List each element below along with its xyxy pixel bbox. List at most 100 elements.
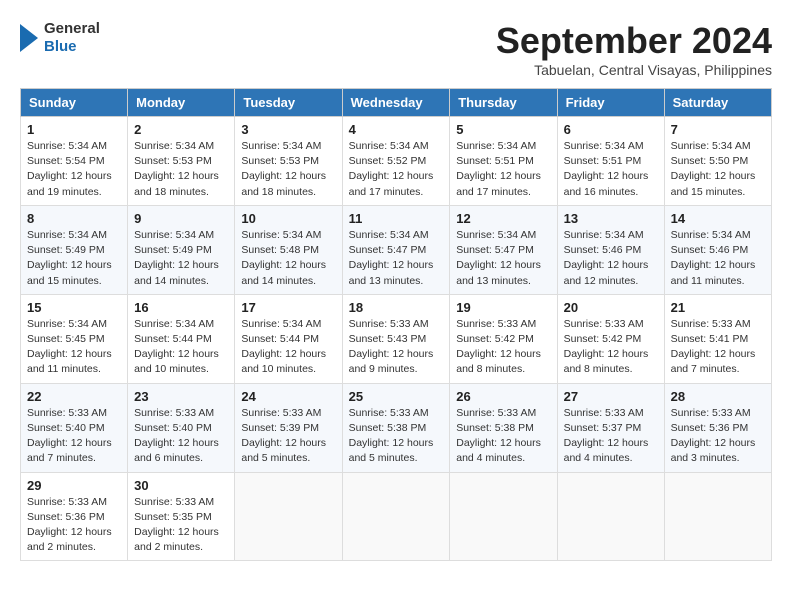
day-number: 23 [134, 389, 228, 404]
day-number: 14 [671, 211, 765, 226]
day-info: Sunrise: 5:34 AM Sunset: 5:49 PM Dayligh… [134, 228, 228, 289]
day-number: 24 [241, 389, 335, 404]
day-info: Sunrise: 5:33 AM Sunset: 5:37 PM Dayligh… [564, 406, 658, 467]
logo-triangle-icon [20, 20, 40, 56]
day-info: Sunrise: 5:33 AM Sunset: 5:40 PM Dayligh… [27, 406, 121, 467]
day-number: 11 [349, 211, 444, 226]
calendar-cell: 3 Sunrise: 5:34 AM Sunset: 5:53 PM Dayli… [235, 117, 342, 206]
calendar-cell: 1 Sunrise: 5:34 AM Sunset: 5:54 PM Dayli… [21, 117, 128, 206]
calendar-cell: 22 Sunrise: 5:33 AM Sunset: 5:40 PM Dayl… [21, 383, 128, 472]
title-block: September 2024 Tabuelan, Central Visayas… [496, 20, 772, 78]
day-number: 22 [27, 389, 121, 404]
logo-container: General Blue [20, 20, 100, 56]
calendar-cell: 4 Sunrise: 5:34 AM Sunset: 5:52 PM Dayli… [342, 117, 450, 206]
day-info: Sunrise: 5:34 AM Sunset: 5:47 PM Dayligh… [456, 228, 550, 289]
calendar-cell: 30 Sunrise: 5:33 AM Sunset: 5:35 PM Dayl… [128, 472, 235, 561]
day-info: Sunrise: 5:34 AM Sunset: 5:50 PM Dayligh… [671, 139, 765, 200]
calendar-cell: 14 Sunrise: 5:34 AM Sunset: 5:46 PM Dayl… [664, 205, 771, 294]
calendar-cell: 12 Sunrise: 5:34 AM Sunset: 5:47 PM Dayl… [450, 205, 557, 294]
calendar-week-1: 1 Sunrise: 5:34 AM Sunset: 5:54 PM Dayli… [21, 117, 772, 206]
day-number: 6 [564, 122, 658, 137]
day-number: 4 [349, 122, 444, 137]
calendar-cell [450, 472, 557, 561]
calendar-cell: 8 Sunrise: 5:34 AM Sunset: 5:49 PM Dayli… [21, 205, 128, 294]
day-number: 17 [241, 300, 335, 315]
day-number: 9 [134, 211, 228, 226]
calendar-cell: 6 Sunrise: 5:34 AM Sunset: 5:51 PM Dayli… [557, 117, 664, 206]
calendar-cell [235, 472, 342, 561]
day-info: Sunrise: 5:33 AM Sunset: 5:42 PM Dayligh… [564, 317, 658, 378]
weekday-header-thursday: Thursday [450, 89, 557, 117]
day-info: Sunrise: 5:34 AM Sunset: 5:49 PM Dayligh… [27, 228, 121, 289]
day-number: 27 [564, 389, 658, 404]
calendar-cell: 21 Sunrise: 5:33 AM Sunset: 5:41 PM Dayl… [664, 294, 771, 383]
day-number: 1 [27, 122, 121, 137]
day-info: Sunrise: 5:34 AM Sunset: 5:47 PM Dayligh… [349, 228, 444, 289]
calendar-cell: 28 Sunrise: 5:33 AM Sunset: 5:36 PM Dayl… [664, 383, 771, 472]
day-info: Sunrise: 5:33 AM Sunset: 5:40 PM Dayligh… [134, 406, 228, 467]
day-number: 5 [456, 122, 550, 137]
day-info: Sunrise: 5:34 AM Sunset: 5:44 PM Dayligh… [134, 317, 228, 378]
calendar-cell: 20 Sunrise: 5:33 AM Sunset: 5:42 PM Dayl… [557, 294, 664, 383]
day-number: 26 [456, 389, 550, 404]
day-number: 20 [564, 300, 658, 315]
calendar-cell: 23 Sunrise: 5:33 AM Sunset: 5:40 PM Dayl… [128, 383, 235, 472]
day-number: 2 [134, 122, 228, 137]
calendar-week-5: 29 Sunrise: 5:33 AM Sunset: 5:36 PM Dayl… [21, 472, 772, 561]
calendar-cell: 25 Sunrise: 5:33 AM Sunset: 5:38 PM Dayl… [342, 383, 450, 472]
weekday-header-monday: Monday [128, 89, 235, 117]
page-header: General Blue September 2024 Tabuelan, Ce… [20, 20, 772, 78]
day-info: Sunrise: 5:34 AM Sunset: 5:52 PM Dayligh… [349, 139, 444, 200]
calendar-cell: 29 Sunrise: 5:33 AM Sunset: 5:36 PM Dayl… [21, 472, 128, 561]
calendar-week-4: 22 Sunrise: 5:33 AM Sunset: 5:40 PM Dayl… [21, 383, 772, 472]
calendar-cell: 18 Sunrise: 5:33 AM Sunset: 5:43 PM Dayl… [342, 294, 450, 383]
day-info: Sunrise: 5:33 AM Sunset: 5:41 PM Dayligh… [671, 317, 765, 378]
calendar-week-3: 15 Sunrise: 5:34 AM Sunset: 5:45 PM Dayl… [21, 294, 772, 383]
weekday-header-sunday: Sunday [21, 89, 128, 117]
day-info: Sunrise: 5:34 AM Sunset: 5:44 PM Dayligh… [241, 317, 335, 378]
day-number: 19 [456, 300, 550, 315]
day-number: 21 [671, 300, 765, 315]
day-info: Sunrise: 5:33 AM Sunset: 5:38 PM Dayligh… [456, 406, 550, 467]
logo-general: General [44, 20, 100, 38]
day-info: Sunrise: 5:34 AM Sunset: 5:45 PM Dayligh… [27, 317, 121, 378]
calendar-cell [664, 472, 771, 561]
day-info: Sunrise: 5:33 AM Sunset: 5:38 PM Dayligh… [349, 406, 444, 467]
calendar-cell: 19 Sunrise: 5:33 AM Sunset: 5:42 PM Dayl… [450, 294, 557, 383]
day-info: Sunrise: 5:34 AM Sunset: 5:46 PM Dayligh… [671, 228, 765, 289]
logo-blue: Blue [44, 38, 100, 56]
calendar-cell: 24 Sunrise: 5:33 AM Sunset: 5:39 PM Dayl… [235, 383, 342, 472]
day-number: 3 [241, 122, 335, 137]
logo: General Blue [20, 20, 100, 56]
calendar-cell [557, 472, 664, 561]
weekday-header-tuesday: Tuesday [235, 89, 342, 117]
day-info: Sunrise: 5:34 AM Sunset: 5:51 PM Dayligh… [564, 139, 658, 200]
day-number: 29 [27, 478, 121, 493]
calendar-week-2: 8 Sunrise: 5:34 AM Sunset: 5:49 PM Dayli… [21, 205, 772, 294]
month-title: September 2024 [496, 20, 772, 62]
day-info: Sunrise: 5:34 AM Sunset: 5:54 PM Dayligh… [27, 139, 121, 200]
day-info: Sunrise: 5:33 AM Sunset: 5:36 PM Dayligh… [671, 406, 765, 467]
day-number: 30 [134, 478, 228, 493]
weekday-header-saturday: Saturday [664, 89, 771, 117]
calendar-table: SundayMondayTuesdayWednesdayThursdayFrid… [20, 88, 772, 561]
day-info: Sunrise: 5:33 AM Sunset: 5:42 PM Dayligh… [456, 317, 550, 378]
day-number: 13 [564, 211, 658, 226]
day-number: 12 [456, 211, 550, 226]
calendar-header-row: SundayMondayTuesdayWednesdayThursdayFrid… [21, 89, 772, 117]
calendar-cell: 9 Sunrise: 5:34 AM Sunset: 5:49 PM Dayli… [128, 205, 235, 294]
calendar-cell: 27 Sunrise: 5:33 AM Sunset: 5:37 PM Dayl… [557, 383, 664, 472]
calendar-cell: 2 Sunrise: 5:34 AM Sunset: 5:53 PM Dayli… [128, 117, 235, 206]
day-info: Sunrise: 5:33 AM Sunset: 5:39 PM Dayligh… [241, 406, 335, 467]
calendar-cell: 15 Sunrise: 5:34 AM Sunset: 5:45 PM Dayl… [21, 294, 128, 383]
day-info: Sunrise: 5:34 AM Sunset: 5:48 PM Dayligh… [241, 228, 335, 289]
day-number: 8 [27, 211, 121, 226]
day-number: 7 [671, 122, 765, 137]
location: Tabuelan, Central Visayas, Philippines [496, 62, 772, 78]
day-info: Sunrise: 5:33 AM Sunset: 5:36 PM Dayligh… [27, 495, 121, 556]
calendar-cell: 11 Sunrise: 5:34 AM Sunset: 5:47 PM Dayl… [342, 205, 450, 294]
logo-text: General Blue [44, 20, 100, 56]
calendar-cell: 5 Sunrise: 5:34 AM Sunset: 5:51 PM Dayli… [450, 117, 557, 206]
weekday-header-friday: Friday [557, 89, 664, 117]
weekday-header-wednesday: Wednesday [342, 89, 450, 117]
